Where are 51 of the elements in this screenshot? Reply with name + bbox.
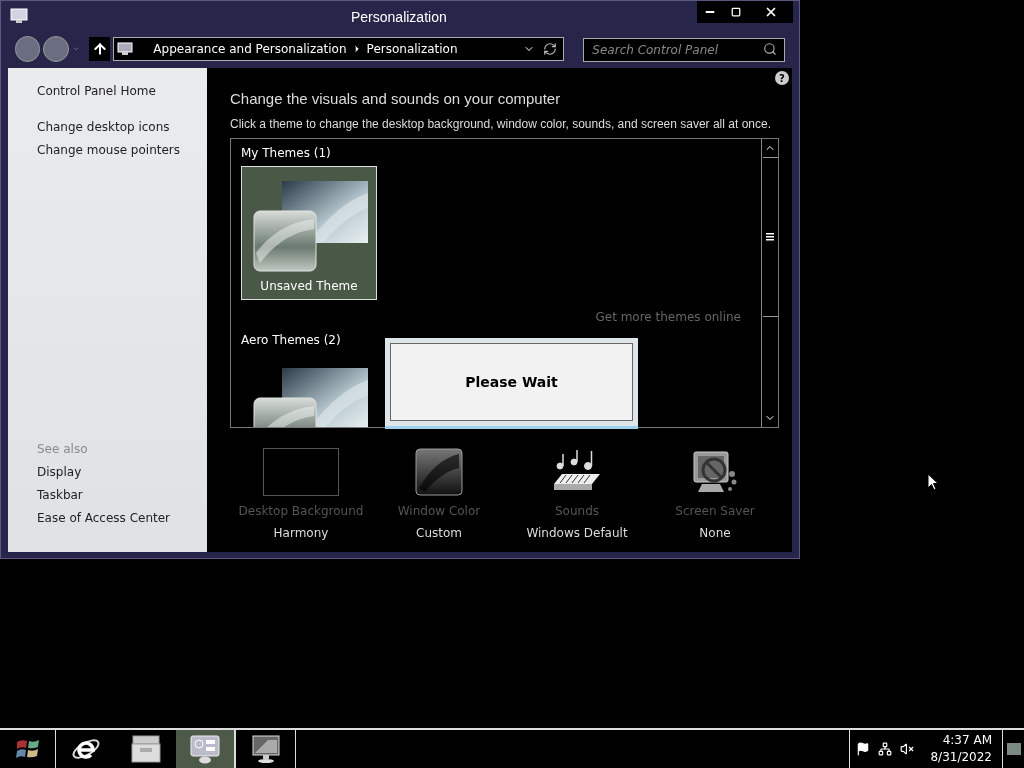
scroll-thumb[interactable] bbox=[762, 157, 778, 317]
monitor-icon bbox=[117, 42, 134, 56]
dialog-message: Please Wait bbox=[465, 372, 558, 392]
setting-value: Custom bbox=[416, 525, 462, 542]
maximize-icon bbox=[731, 7, 741, 17]
sidebar-link[interactable]: Display bbox=[37, 463, 207, 486]
page-heading: Change the visuals and sounds on your computer bbox=[230, 89, 562, 109]
page-description: Click a theme to change the desktop background, window color, sounds, and screen saver all at once. bbox=[230, 116, 772, 133]
theme-group-title: Aero Themes (2) bbox=[241, 332, 342, 349]
mouse-cursor-icon bbox=[927, 473, 939, 491]
setting-value: None bbox=[699, 525, 731, 542]
refresh-icon[interactable] bbox=[542, 42, 557, 56]
search-icon[interactable] bbox=[763, 42, 777, 56]
flag-icon[interactable] bbox=[856, 742, 871, 756]
setting-value: Harmony bbox=[273, 525, 329, 542]
window-color-icon[interactable] bbox=[415, 448, 463, 496]
taskbar-button[interactable] bbox=[176, 730, 236, 768]
theme-group-title: My Themes (1) bbox=[241, 145, 332, 162]
file-cabinet-icon bbox=[130, 734, 162, 764]
setting-value: Windows Default bbox=[526, 525, 628, 542]
monitor-icon bbox=[10, 8, 28, 24]
clock-date[interactable]: 8/31/2022 bbox=[930, 749, 992, 766]
forward-button[interactable] bbox=[43, 36, 69, 62]
control-panel-icon bbox=[189, 734, 221, 764]
monitor-icon bbox=[249, 734, 282, 764]
sidebar-link[interactable]: Taskbar bbox=[37, 486, 207, 509]
sidebar-link[interactable]: Change mouse pointers bbox=[37, 141, 207, 164]
speaker-muted-icon[interactable] bbox=[900, 742, 915, 756]
see-also-heading: See also bbox=[37, 441, 89, 458]
breadcrumb-item[interactable]: Appearance and Personalization bbox=[153, 40, 347, 58]
theme-name: Unsaved Theme bbox=[260, 278, 358, 295]
theme-tile[interactable]: Unsaved Theme bbox=[241, 166, 377, 300]
window-title: Personalization bbox=[351, 8, 447, 27]
address-bar[interactable]: Appearance and Personalization Personalization bbox=[113, 37, 564, 61]
sidebar-link[interactable]: Change desktop icons bbox=[37, 118, 207, 141]
close-icon bbox=[764, 5, 778, 19]
windows-logo-icon bbox=[14, 737, 41, 761]
show-desktop-button[interactable] bbox=[1002, 730, 1024, 768]
back-button[interactable] bbox=[15, 36, 41, 62]
sidebar-link[interactable]: Ease of Access Center bbox=[37, 509, 207, 532]
search-field[interactable]: Search Control Panel bbox=[583, 38, 785, 62]
network-icon[interactable] bbox=[878, 742, 893, 756]
background-preview-icon[interactable] bbox=[263, 448, 339, 496]
grip-icon bbox=[766, 233, 774, 241]
scrollbar[interactable] bbox=[761, 139, 778, 427]
up-button[interactable] bbox=[88, 37, 111, 61]
help-icon[interactable]: ? bbox=[775, 71, 789, 85]
clock-time[interactable]: 4:37 AM bbox=[942, 732, 992, 749]
sidebar-link[interactable]: Control Panel Home bbox=[37, 82, 207, 105]
get-more-themes-link[interactable]: Get more themes online bbox=[595, 308, 741, 330]
breadcrumb-item[interactable]: Personalization bbox=[366, 40, 458, 58]
